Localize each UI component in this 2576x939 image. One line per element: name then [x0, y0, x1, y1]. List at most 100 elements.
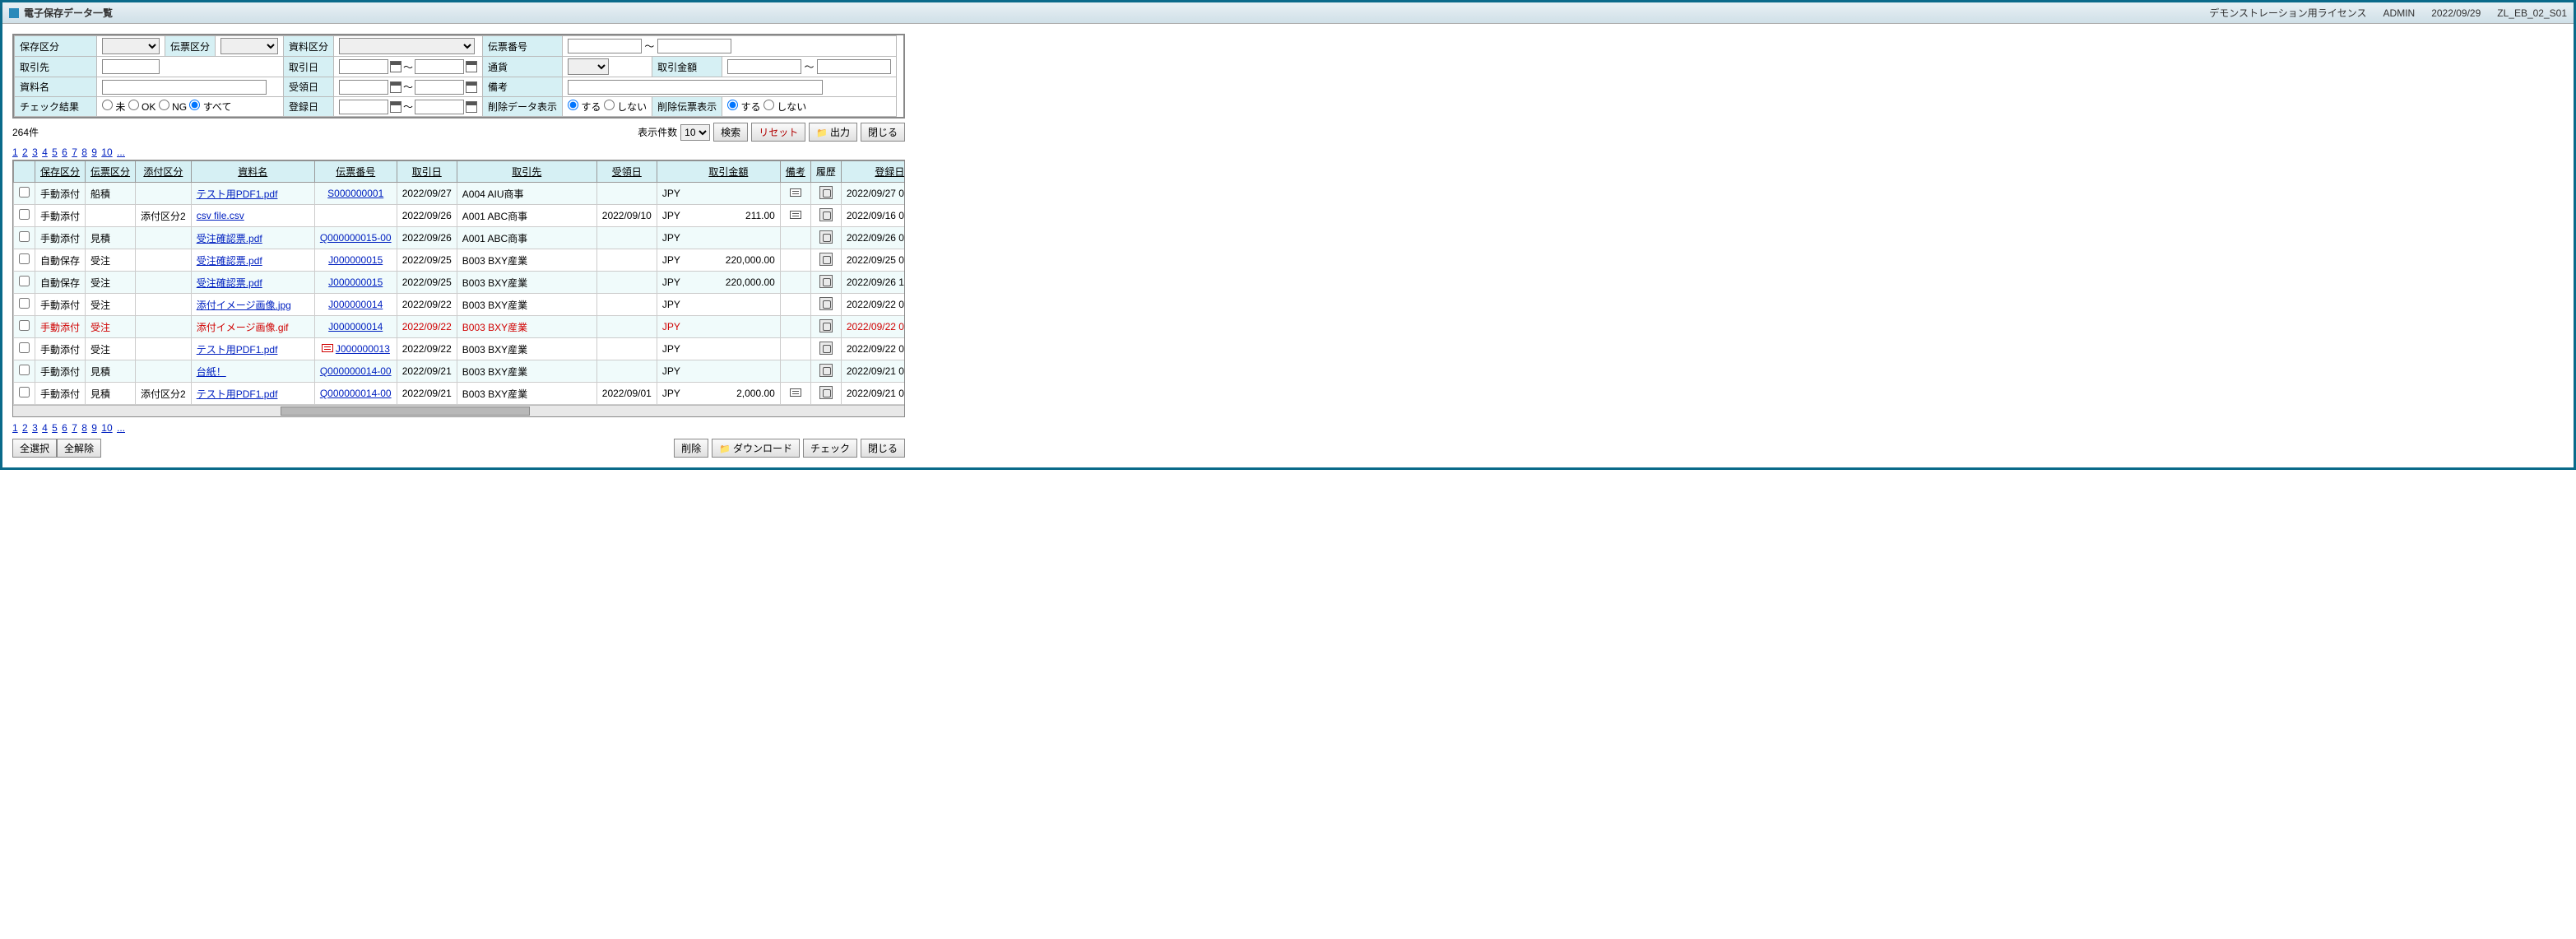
pager-link[interactable]: 10	[101, 146, 112, 158]
history-icon[interactable]	[819, 364, 833, 377]
history-icon[interactable]	[819, 253, 833, 266]
output-button[interactable]: 出力	[809, 123, 857, 142]
file-link[interactable]: 受注確認票.pdf	[197, 233, 262, 244]
in-shiryomei[interactable]	[102, 80, 267, 95]
radio-mi[interactable]: 未	[102, 101, 125, 113]
pager-link[interactable]: 7	[72, 422, 77, 434]
history-icon[interactable]	[819, 275, 833, 288]
history-icon[interactable]	[819, 186, 833, 199]
file-link[interactable]: 受注確認票.pdf	[197, 255, 262, 267]
col-sort-torihikisaki[interactable]: 取引先	[512, 166, 541, 178]
pager-link[interactable]: 8	[81, 422, 87, 434]
close-button-bottom[interactable]: 閉じる	[861, 439, 905, 458]
in-biko[interactable]	[568, 80, 823, 95]
check-button[interactable]: チェック	[803, 439, 857, 458]
radio-all[interactable]: すべて	[189, 101, 231, 113]
col-sort-torihikibi[interactable]: 取引日	[412, 166, 442, 178]
file-link[interactable]: 添付イメージ画像.jpg	[197, 300, 291, 311]
col-sort-biko[interactable]: 備考	[786, 166, 805, 178]
in-torihikisaki[interactable]	[102, 59, 160, 74]
pager-link[interactable]: ...	[117, 422, 125, 434]
file-link[interactable]: 受注確認票.pdf	[197, 277, 262, 289]
history-icon[interactable]	[819, 297, 833, 310]
radio-disp-suru[interactable]: する	[568, 101, 601, 113]
pager-link[interactable]: 2	[22, 146, 28, 158]
in-kingaku-to[interactable]	[817, 59, 891, 74]
sel-shiryo[interactable]	[339, 38, 475, 54]
row-checkbox[interactable]	[19, 187, 30, 198]
note-icon[interactable]	[790, 211, 801, 219]
pager-link[interactable]: 9	[91, 146, 97, 158]
row-checkbox[interactable]	[19, 342, 30, 353]
in-kingaku-from[interactable]	[727, 59, 801, 74]
in-juryo-from[interactable]	[339, 80, 388, 95]
calendar-icon[interactable]	[466, 61, 477, 72]
col-sort-toroku[interactable]: 登録日時	[875, 166, 905, 178]
search-button[interactable]: 検索	[713, 123, 748, 142]
radio-ng[interactable]: NG	[159, 101, 187, 113]
pager-link[interactable]: 1	[12, 422, 18, 434]
pager-link[interactable]: 1	[12, 146, 18, 158]
col-sort-shiryomei[interactable]: 資料名	[238, 166, 267, 178]
calendar-icon[interactable]	[390, 61, 401, 72]
note-icon[interactable]	[790, 388, 801, 397]
pager-link[interactable]: 4	[42, 146, 48, 158]
history-icon[interactable]	[819, 342, 833, 355]
calendar-icon[interactable]	[466, 81, 477, 93]
slip-link[interactable]: Q000000015-00	[320, 232, 392, 244]
file-link[interactable]: csv file.csv	[197, 210, 244, 221]
pager-link[interactable]: 3	[32, 146, 38, 158]
deselect-all-button[interactable]: 全解除	[57, 439, 101, 458]
slip-link[interactable]: Q000000014-00	[320, 365, 392, 377]
row-checkbox[interactable]	[19, 231, 30, 242]
sel-disp-count[interactable]: 10	[680, 124, 710, 141]
in-denpyoNo-from[interactable]	[568, 39, 642, 53]
row-checkbox[interactable]	[19, 365, 30, 375]
file-link[interactable]: 台紙！	[197, 366, 226, 378]
close-button[interactable]: 閉じる	[861, 123, 905, 142]
slip-link[interactable]: S000000001	[327, 188, 383, 199]
file-link[interactable]: テスト用PDF1.pdf	[197, 388, 278, 400]
pager-link[interactable]: 10	[101, 422, 112, 434]
calendar-icon[interactable]	[390, 101, 401, 113]
slip-link[interactable]: Q000000014-00	[320, 388, 392, 399]
history-icon[interactable]	[819, 230, 833, 244]
calendar-icon[interactable]	[466, 101, 477, 113]
history-icon[interactable]	[819, 386, 833, 399]
col-sort-hozon[interactable]: 保存区分	[40, 166, 80, 178]
pager-link[interactable]: 9	[91, 422, 97, 434]
in-toroku-from[interactable]	[339, 100, 388, 114]
in-toroku-to[interactable]	[415, 100, 464, 114]
sel-hozon[interactable]	[102, 38, 160, 54]
col-sort-tenpu[interactable]: 添付区分	[143, 166, 183, 178]
pager-link[interactable]: 5	[52, 146, 58, 158]
radio-ok[interactable]: OK	[128, 101, 156, 113]
reset-button[interactable]: リセット	[751, 123, 805, 142]
row-checkbox[interactable]	[19, 276, 30, 286]
pager-link[interactable]: 7	[72, 146, 77, 158]
history-icon[interactable]	[819, 319, 833, 332]
radio-denpyo-shinai[interactable]: しない	[764, 101, 806, 113]
pager-link[interactable]: 2	[22, 422, 28, 434]
row-checkbox[interactable]	[19, 320, 30, 331]
horizontal-scrollbar[interactable]	[13, 405, 904, 416]
row-checkbox[interactable]	[19, 209, 30, 220]
file-link[interactable]: テスト用PDF1.pdf	[197, 188, 278, 200]
download-button[interactable]: ダウンロード	[712, 439, 800, 458]
pager-link[interactable]: 6	[62, 422, 67, 434]
sel-denpyo[interactable]	[220, 38, 278, 54]
slip-link[interactable]: J000000013	[336, 343, 390, 355]
slip-link[interactable]: J000000014	[328, 299, 383, 310]
in-torihikibi-from[interactable]	[339, 59, 388, 74]
calendar-icon[interactable]	[390, 81, 401, 93]
radio-denpyo-suru[interactable]: する	[727, 101, 760, 113]
file-link[interactable]: テスト用PDF1.pdf	[197, 344, 278, 356]
in-juryo-to[interactable]	[415, 80, 464, 95]
select-all-button[interactable]: 全選択	[12, 439, 57, 458]
sel-tsuka[interactable]	[568, 58, 609, 75]
delete-button[interactable]: 削除	[674, 439, 708, 458]
row-checkbox[interactable]	[19, 387, 30, 397]
slip-link[interactable]: J000000015	[328, 277, 383, 288]
pager-link[interactable]: 6	[62, 146, 67, 158]
row-checkbox[interactable]	[19, 298, 30, 309]
